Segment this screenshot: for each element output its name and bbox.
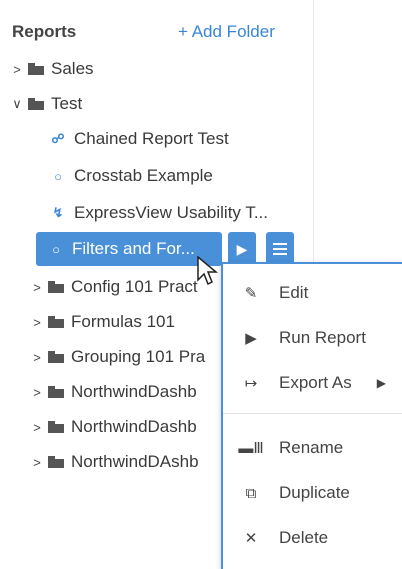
tree-folder-test[interactable]: ∨ Test: [10, 89, 82, 119]
folder-icon: [48, 351, 64, 363]
chevron-right-icon[interactable]: >: [10, 62, 24, 77]
folder-icon: [48, 421, 64, 433]
duplicate-icon: ⧉: [245, 484, 257, 502]
tree-label: NorthwindDashb: [71, 382, 197, 401]
chevron-right-icon[interactable]: >: [30, 280, 44, 295]
mouse-cursor-icon: [197, 256, 219, 286]
folder-icon: [48, 386, 64, 398]
export-icon: ↦: [244, 375, 258, 392]
run-report-button[interactable]: ▶: [228, 232, 256, 266]
chevron-right-icon[interactable]: >: [30, 420, 44, 435]
tree-folder-config[interactable]: > Config 101 Pract: [30, 272, 198, 302]
tree-folder-formulas[interactable]: > Formulas 101: [30, 307, 175, 337]
link-icon: ☍: [51, 131, 65, 146]
menu-item-edit[interactable]: ✎ Edit: [223, 274, 402, 312]
folder-icon: [48, 456, 64, 468]
tree-label: NorthwindDashb: [71, 417, 197, 436]
menu-item-rename[interactable]: ▬Ⅲ Rename: [223, 429, 402, 467]
tree-label: Formulas 101: [71, 312, 175, 331]
menu-item-label: Rename: [279, 438, 344, 457]
context-menu: ✎ Edit ▶ Run Report ↦ Export As ▶ ▬Ⅲ Ren…: [221, 262, 402, 569]
tree-folder-northwind-2[interactable]: > NorthwindDashb: [30, 412, 197, 442]
tree-label: NorthwindDAshb: [71, 452, 199, 471]
tree-report-filters-selected[interactable]: ○ Filters and For...: [36, 232, 222, 266]
tree-report-crosstab[interactable]: ○ Crosstab Example: [50, 161, 213, 191]
play-icon: ▶: [236, 240, 248, 257]
tree-folder-grouping[interactable]: > Grouping 101 Pra: [30, 342, 205, 372]
tree-label: Sales: [51, 59, 94, 78]
tree-label: Config 101 Pract: [71, 277, 198, 296]
delete-icon: ✕: [244, 530, 258, 547]
folder-icon: [28, 98, 44, 110]
tree-label: Crosstab Example: [74, 166, 213, 185]
tree-label: ExpressView Usability T...: [74, 203, 268, 222]
bolt-icon: ↯: [52, 205, 64, 220]
chevron-right-icon[interactable]: >: [30, 315, 44, 330]
circle-icon: ○: [52, 241, 60, 257]
tree-report-expressview[interactable]: ↯ ExpressView Usability T...: [50, 198, 268, 228]
menu-item-label: Edit: [279, 283, 309, 302]
menu-item-delete[interactable]: ✕ Delete: [223, 519, 402, 557]
add-folder-link[interactable]: + Add Folder: [178, 22, 275, 42]
tree-label: Grouping 101 Pra: [71, 347, 206, 366]
chevron-right-icon[interactable]: >: [30, 385, 44, 400]
tree-label: Chained Report Test: [74, 129, 229, 148]
circle-icon: ○: [54, 168, 62, 184]
tree-folder-northwind-3[interactable]: > NorthwindDAshb: [30, 447, 199, 477]
folder-icon: [48, 316, 64, 328]
folder-icon: [28, 63, 44, 75]
folder-icon: [48, 281, 64, 293]
menu-item-label: Delete: [279, 528, 329, 547]
play-icon: ▶: [245, 330, 257, 347]
menu-item-label: Run Report: [279, 328, 366, 347]
pencil-icon: ✎: [244, 285, 258, 302]
chevron-right-icon[interactable]: >: [30, 350, 44, 365]
tree-folder-sales[interactable]: > Sales: [10, 54, 94, 84]
menu-divider: [223, 413, 402, 414]
menu-item-label: Duplicate: [279, 483, 350, 502]
chevron-down-icon[interactable]: ∨: [10, 96, 24, 112]
item-menu-button[interactable]: [266, 232, 294, 266]
tree-label: Test: [51, 94, 83, 113]
tree-label: Filters and For...: [72, 239, 195, 258]
chevron-right-icon[interactable]: >: [30, 455, 44, 470]
panel-title: Reports: [12, 22, 77, 41]
tree-report-chained[interactable]: ☍ Chained Report Test: [50, 124, 229, 154]
hamburger-icon: [273, 243, 287, 255]
rename-icon: ▬Ⅲ: [238, 440, 264, 457]
menu-item-label: Export As: [279, 373, 352, 392]
submenu-arrow-icon: ▶: [376, 376, 386, 390]
menu-item-export-as[interactable]: ↦ Export As ▶: [223, 364, 402, 402]
menu-item-duplicate[interactable]: ⧉ Duplicate: [223, 474, 402, 512]
menu-item-run-report[interactable]: ▶ Run Report: [223, 319, 402, 357]
tree-folder-northwind-1[interactable]: > NorthwindDashb: [30, 377, 197, 407]
